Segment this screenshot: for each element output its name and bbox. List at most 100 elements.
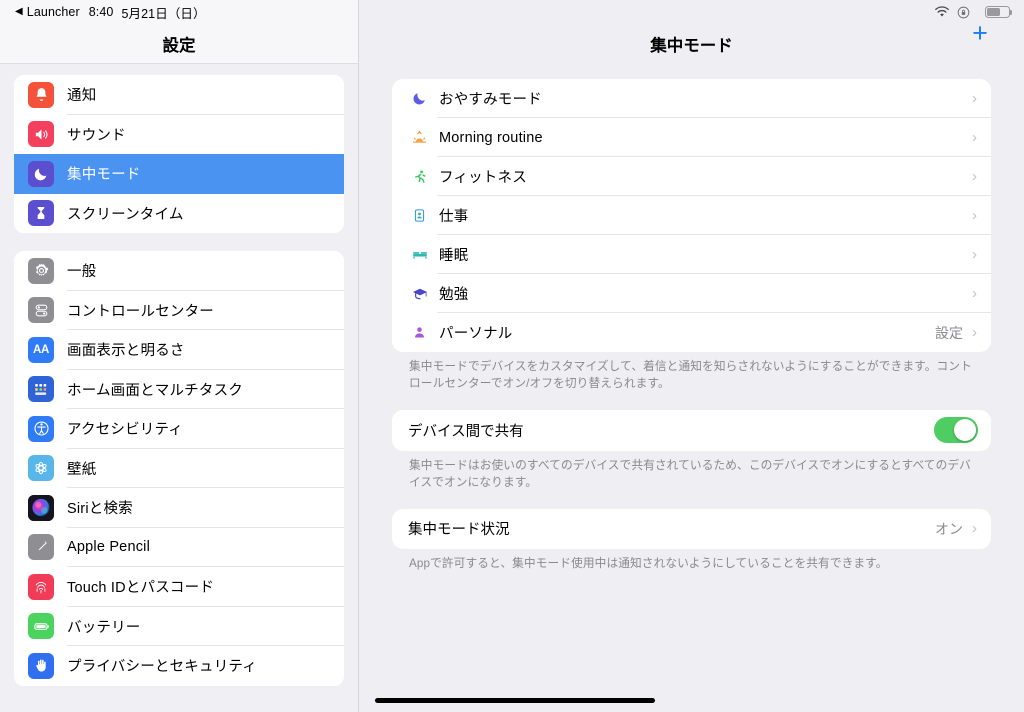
share-across-devices-card: デバイス間で共有 [392,409,991,451]
sidebar-item-label: Apple Pencil [67,539,151,556]
share-across-devices-label: デバイス間で共有 [408,423,524,440]
home-screen-icon [28,376,54,403]
focus-moon-icon [28,160,54,187]
focus-modes-footnote: 集中モードでデバイスをカスタマイズして、着信と通知を知らされないようにすることが… [409,360,972,390]
sidebar-item-label: 壁紙 [67,461,97,478]
gear-icon [28,257,54,284]
share-across-devices-row[interactable]: デバイス間で共有 [392,410,991,451]
sidebar-item-privacy-security[interactable]: プライバシーとセキュリティ [14,646,344,686]
add-focus-button[interactable]: + [963,16,997,50]
privacy-hand-icon [28,652,54,679]
focus-row-value: 設定 [935,324,963,341]
chevron-right-icon: › [972,246,977,263]
sidebar-item-label: アクセシビリティ [67,422,184,439]
display-brightness-icon: AA [28,336,54,363]
share-across-devices-toggle[interactable] [934,417,978,444]
siri-icon [28,494,54,521]
focus-row-fitness[interactable]: フィットネス › [392,157,991,196]
sidebar-item-general[interactable]: 一般 [14,251,344,291]
ipad-settings-screen: ◀ Launcher 8:40 5月21日（日） 設定 通知 サウンド 集中モー… [0,0,1024,712]
sidebar-item-home-screen[interactable]: ホーム画面とマルチタスク [14,369,344,409]
chevron-right-icon: › [972,285,977,302]
sidebar-item-label: サウンド [67,127,126,144]
sidebar-item-label: Siriと検索 [67,501,133,518]
sidebar-item-label: 集中モード [67,167,141,184]
sidebar-title: 設定 [162,36,196,55]
focus-row-morning-routine[interactable]: Morning routine › [392,118,991,157]
sidebar-item-sounds[interactable]: サウンド [14,114,344,154]
sound-icon [28,121,54,148]
sidebar-item-accessibility[interactable]: アクセシビリティ [14,409,344,449]
sidebar-item-battery[interactable]: バッテリー [14,606,344,646]
main-scroll-area[interactable]: おやすみモード › Morning routine › フィットネス › 仕事 … [359,64,1024,712]
sidebar-item-control-center[interactable]: コントロールセンター [14,290,344,330]
sidebar-item-label: バッテリー [67,619,141,636]
sidebar-item-label: コントロールセンター [67,303,214,320]
chevron-right-icon: › [972,324,977,341]
sidebar-group-1: 通知 サウンド 集中モード スクリーンタイム [14,75,344,233]
focus-row-label: 仕事 [439,209,469,225]
sidebar-item-wallpaper[interactable]: 壁紙 [14,448,344,488]
focus-status-label: 集中モード状況 [408,522,510,539]
chevron-right-icon: › [972,520,977,538]
focus-status-card: 集中モード状況 オン › [392,508,991,549]
focus-row-label: 睡眠 [439,248,469,264]
back-to-launcher-link[interactable]: Launcher [27,5,80,19]
study-cap-icon [408,285,431,303]
focus-row-work[interactable]: 仕事 › [392,196,991,235]
sidebar-item-label: ホーム画面とマルチタスク [67,382,243,399]
sidebar-item-focus[interactable]: 集中モード [14,154,344,194]
sidebar-item-touch-id-passcode[interactable]: Touch IDとパスコード [14,567,344,607]
main-title-bar: 集中モード + [359,19,1024,64]
moon-icon [408,91,431,106]
focus-row-label: おやすみモード [439,92,542,108]
sidebar-item-label: Touch IDとパスコード [67,580,215,597]
chevron-right-icon: › [972,90,977,107]
sidebar-item-apple-pencil[interactable]: Apple Pencil [14,527,344,567]
notifications-icon [28,81,54,108]
chevron-right-icon: › [972,168,977,185]
battery-settings-icon [28,613,54,640]
sidebar-item-notifications[interactable]: 通知 [14,75,344,115]
focus-status-value: オン [935,520,963,537]
sidebar-item-label: 通知 [67,88,97,105]
sidebar-title-bar: 設定 [0,24,358,64]
focus-row-sleep[interactable]: 睡眠 › [392,235,991,274]
sidebar-scroll-area[interactable]: 通知 サウンド 集中モード スクリーンタイム 一般 コントロールセンター AA … [0,64,358,712]
touch-id-icon [28,573,54,600]
focus-row-study[interactable]: 勉強 › [392,274,991,313]
status-time: 8:40 [88,5,114,19]
settings-sidebar: ◀ Launcher 8:40 5月21日（日） 設定 通知 サウンド 集中モー… [0,0,359,712]
sleep-bed-icon [408,246,431,264]
accessibility-icon [28,415,54,442]
toggle-knob [954,419,976,442]
focus-row-label: パーソナル [439,326,513,342]
sidebar-item-screentime[interactable]: スクリーンタイム [14,193,344,233]
focus-modes-card: おやすみモード › Morning routine › フィットネス › 仕事 … [392,79,991,352]
page-title: 集中モード [650,37,733,55]
apple-pencil-icon [28,534,54,561]
focus-status-footnote: Appで許可すると、集中モード使用中は通知されないようにしていることを共有できま… [409,556,888,570]
chevron-right-icon: › [972,207,977,224]
back-caret-icon: ◀ [15,6,23,17]
focus-row-label: フィットネス [439,170,527,186]
sidebar-item-label: プライバシーとセキュリティ [67,659,257,676]
share-across-devices-footnote: 集中モードはお使いのすべてのデバイスで共有されているため、このデバイスでオンにす… [409,458,971,489]
focus-status-row[interactable]: 集中モード状況 オン › [392,509,991,549]
status-date: 5月21日（日） [121,6,206,21]
focus-row-label: Morning routine [439,129,543,146]
focus-row-personal[interactable]: パーソナル 設定 › [392,313,991,352]
wallpaper-icon [28,455,54,482]
wifi-icon [934,6,950,18]
chevron-right-icon: › [972,129,977,146]
control-center-icon [28,297,54,324]
sidebar-item-siri-search[interactable]: Siriと検索 [14,488,344,528]
sidebar-item-label: スクリーンタイム [67,206,184,223]
home-indicator[interactable] [375,698,655,703]
focus-settings-pane: 集中モード + おやすみモード › Morning routine › フィット… [359,0,1024,712]
focus-row-do-not-disturb[interactable]: おやすみモード › [392,79,991,118]
fitness-runner-icon [408,169,431,185]
sidebar-item-display-brightness[interactable]: AA 画面表示と明るさ [14,330,344,370]
main-status-bar [359,0,1024,24]
work-badge-icon [408,208,431,223]
